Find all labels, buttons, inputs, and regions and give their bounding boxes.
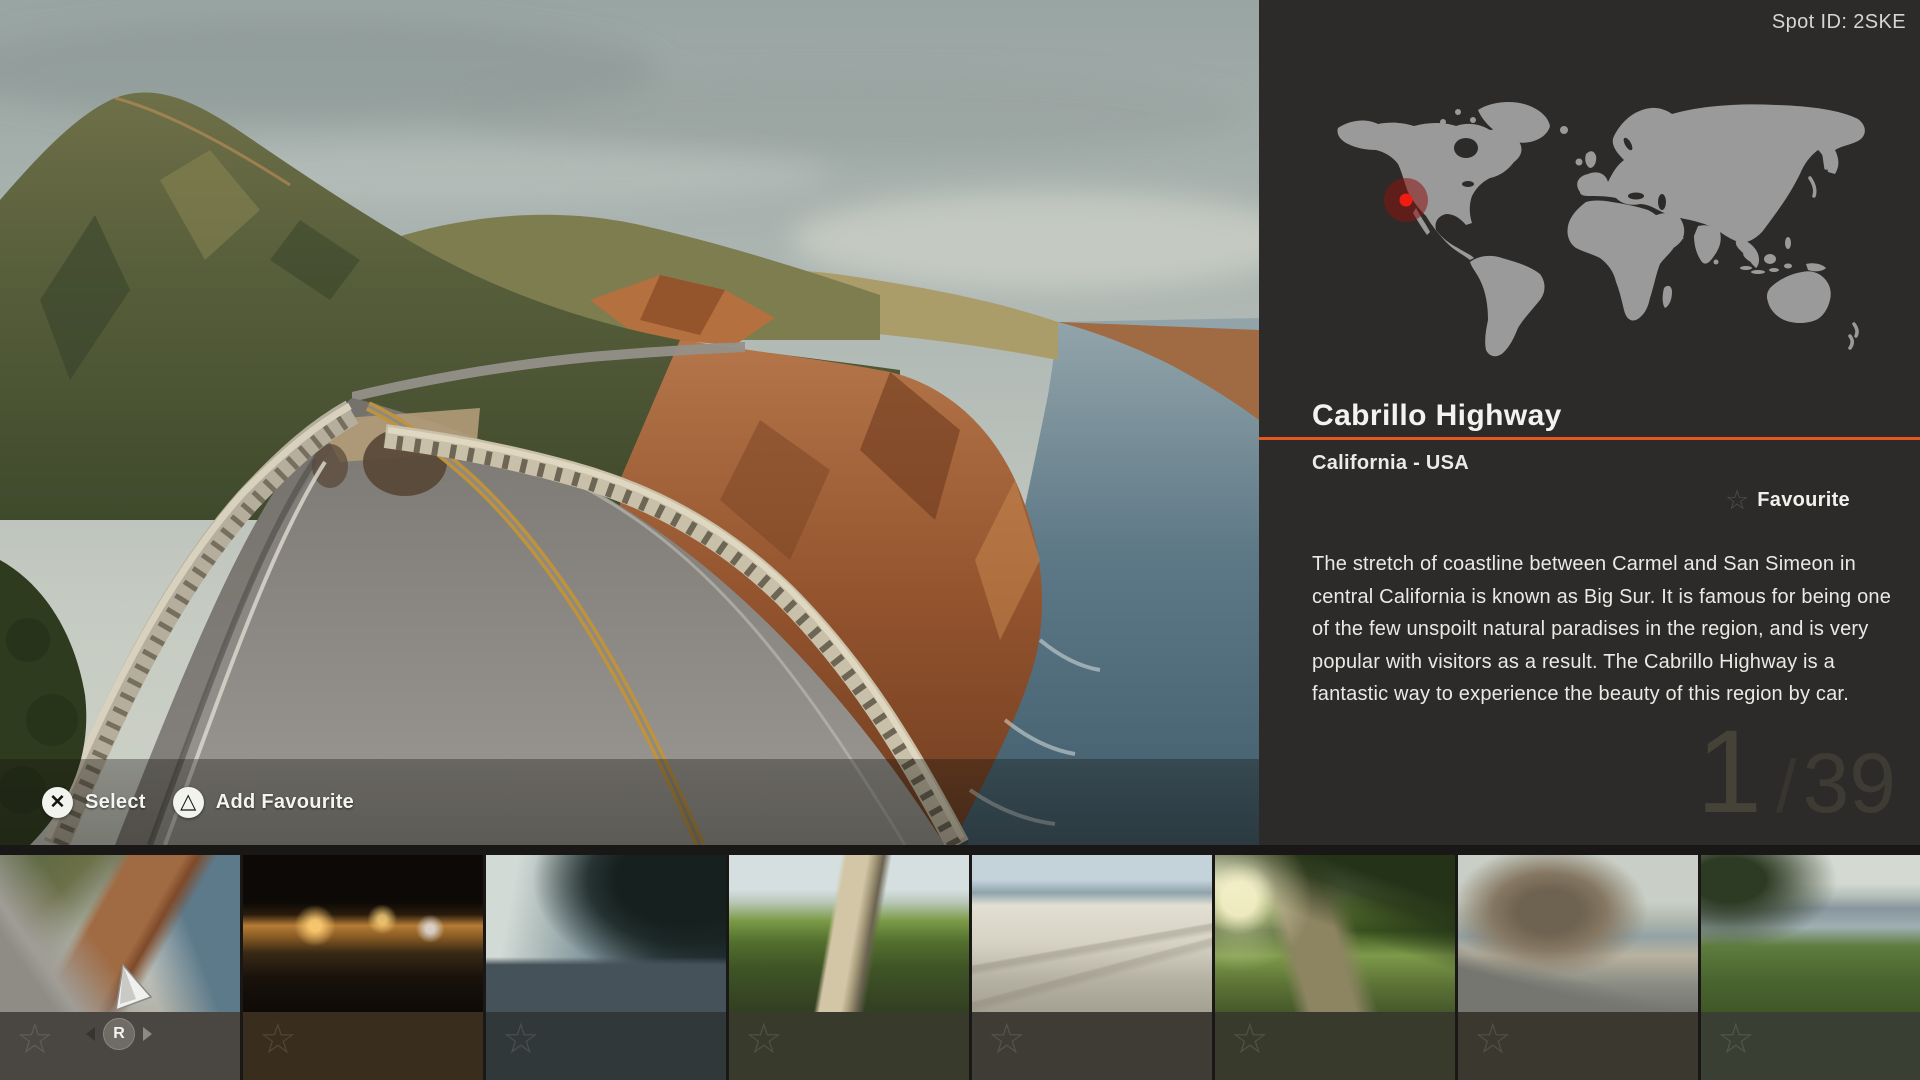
thumbnail-7-rocky-point[interactable]: ☆: [1458, 855, 1698, 1080]
star-icon: ☆: [988, 1018, 1026, 1060]
thumbnail-5-sand-dunes[interactable]: ☆: [972, 855, 1212, 1080]
cross-button-icon: ✕: [42, 787, 73, 818]
thumbnail-1-cabrillo-highway[interactable]: ☆ R: [0, 855, 240, 1080]
spot-title: Cabrillo Highway: [1312, 399, 1562, 433]
thumbnail-image: [1458, 855, 1698, 1012]
description-line: The stretch of coastline between Carmel …: [1312, 548, 1920, 581]
thumbnail-image: [972, 855, 1212, 1012]
select-prompt: ✕ Select: [42, 787, 146, 818]
select-prompt-label: Select: [85, 791, 146, 814]
spot-info-panel: Spot ID: 2SKE: [1259, 0, 1920, 845]
spot-photo-cabrillo-highway: ✕ Select △ Add Favourite: [0, 0, 1259, 845]
thumbnail-image: [486, 855, 726, 1012]
thumbnail-bar: ☆: [729, 1012, 969, 1080]
thumbnail-bar: ☆: [486, 1012, 726, 1080]
spot-counter-current: 1: [1696, 713, 1762, 831]
star-icon: ☆: [1231, 1018, 1269, 1060]
world-map: [1318, 92, 1870, 364]
thumbnail-bar: ☆: [972, 1012, 1212, 1080]
spot-counter-separator: /: [1776, 750, 1797, 824]
thumbnail-image: [243, 855, 483, 1012]
thumbnail-6-tree-road[interactable]: ☆: [1215, 855, 1455, 1080]
map-marker: [1384, 178, 1428, 222]
play-arrow-icon: [143, 1027, 152, 1041]
star-icon: ☆: [502, 1018, 540, 1060]
cross-glyph: ✕: [50, 793, 66, 812]
add-favourite-prompt-label: Add Favourite: [216, 791, 354, 814]
favourite-star-icon: ☆: [1725, 487, 1749, 514]
triangle-button-icon: △: [173, 787, 204, 818]
triangle-glyph: △: [180, 791, 196, 812]
thumbnail-image: [1701, 855, 1920, 1012]
thumbnail-image: [1215, 855, 1455, 1012]
add-favourite-prompt: △ Add Favourite: [173, 787, 354, 818]
star-icon: ☆: [745, 1018, 783, 1060]
r-badge-label: R: [113, 1025, 125, 1043]
star-icon: ☆: [16, 1018, 54, 1060]
star-icon: ☆: [1474, 1018, 1512, 1060]
button-prompts: ✕ Select △ Add Favourite: [42, 787, 354, 818]
coastal-scene-graphic: [0, 0, 1259, 845]
thumbnail-bar: ☆: [1701, 1012, 1920, 1080]
spot-counter-total: 39: [1803, 741, 1896, 825]
thumbnail-4-bridge-hills[interactable]: ☆: [729, 855, 969, 1080]
thumbnail-8-bay-lawn[interactable]: ☆: [1701, 855, 1920, 1080]
description-line: fantastic way to experience the beauty o…: [1312, 678, 1920, 711]
spot-description: The stretch of coastline between Carmel …: [1312, 548, 1920, 711]
title-accent-rule: [1259, 437, 1920, 440]
r-shoulder-button-badge: R: [103, 1018, 135, 1050]
thumbnail-bar: ☆: [243, 1012, 483, 1080]
thumbnail-bar: ☆: [1215, 1012, 1455, 1080]
description-line: of the few unspoilt natural paradises in…: [1312, 613, 1920, 646]
cursor-arrow-icon: [112, 962, 154, 1014]
favourite-toggle[interactable]: ☆ Favourite: [1725, 487, 1850, 514]
description-line: popular with visitors as a result. The C…: [1312, 646, 1920, 679]
thumbnail-strip: ☆ R ☆ ☆ ☆: [0, 845, 1920, 1080]
thumbnail-image: [729, 855, 969, 1012]
star-icon: ☆: [1717, 1018, 1755, 1060]
scapes-spot-screen: ✕ Select △ Add Favourite Spot ID: 2SKE: [0, 0, 1920, 1080]
prompt-bar: ✕ Select △ Add Favourite: [0, 759, 1259, 845]
spot-id-label: Spot ID: 2SKE: [1772, 11, 1906, 34]
favourite-label: Favourite: [1757, 489, 1850, 512]
spot-region: California - USA: [1312, 452, 1469, 475]
thumbnail-3-misty-coast[interactable]: ☆: [486, 855, 726, 1080]
prev-arrow-icon: [86, 1027, 95, 1041]
spot-counter: 1 / 39: [1696, 713, 1896, 831]
thumbnail-2-night-town[interactable]: ☆: [243, 855, 483, 1080]
description-line: central California is known as Big Sur. …: [1312, 581, 1920, 614]
thumbnail-bar: ☆: [1458, 1012, 1698, 1080]
star-icon: ☆: [259, 1018, 297, 1060]
